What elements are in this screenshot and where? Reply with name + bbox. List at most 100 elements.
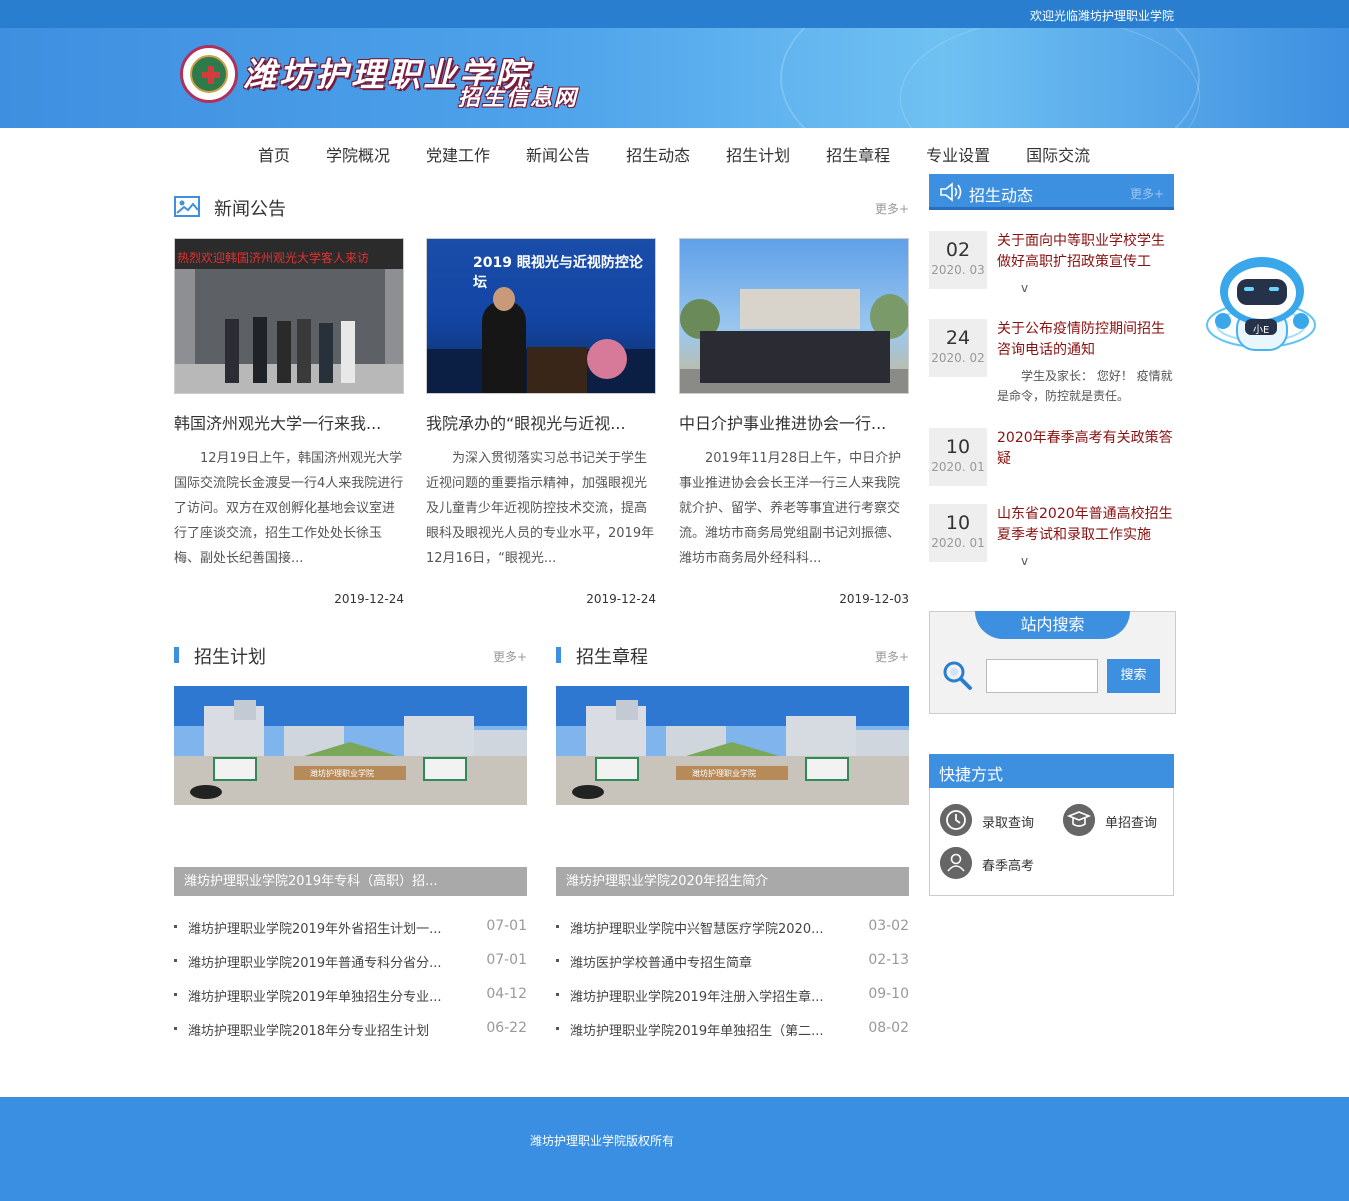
list-item[interactable]: 潍坊护理职业学院2019年注册入学招生章... 09-10 <box>556 984 909 1018</box>
news-card[interactable]: 中日介护事业推进协会一行... 2019年11月28日上午，中日介护事业推进协会… <box>679 238 909 606</box>
footer-copyright: 潍坊护理职业学院版权所有 <box>530 1134 675 1148</box>
news-photo[interactable]: 热烈欢迎韩国济州观光大学客人来访 <box>174 238 404 394</box>
list-item-date: 07-01 <box>486 918 527 934</box>
news-photo[interactable]: 2019 眼视光与近视防控论坛 <box>426 238 656 394</box>
dynamics-item[interactable]: 10 2020. 01 2020年春季高考有关政策答疑 <box>929 428 1174 488</box>
plan-list: 潍坊护理职业学院2019年外省招生计划一... 07-01 潍坊护理职业学院201… <box>174 916 527 1052</box>
dynamics-more-link[interactable]: 更多+ <box>1130 185 1164 202</box>
news-card-date: 2019-12-24 <box>586 592 656 606</box>
robot-icon <box>1206 257 1316 351</box>
nav-item-party[interactable]: 党建工作 <box>408 128 508 180</box>
list-item-title[interactable]: 潍坊护理职业学院2018年分专业招生计划 <box>188 1020 463 1039</box>
news-more-link[interactable]: 更多+ <box>875 200 909 217</box>
list-item-date: 08-02 <box>868 1020 909 1036</box>
date-year-month: 2020. 01 <box>931 536 985 550</box>
list-item[interactable]: 潍坊医护学校普通中专招生简章 02-13 <box>556 950 909 984</box>
list-item-title[interactable]: 潍坊医护学校普通中专招生简章 <box>570 952 845 971</box>
list-item-title[interactable]: 潍坊护理职业学院2019年注册入学招生章... <box>570 986 845 1005</box>
dynamics-header: 招生动态 更多+ <box>929 174 1174 210</box>
list-item-title[interactable]: 潍坊护理职业学院2019年单独招生分专业... <box>188 986 463 1005</box>
dynamics-item-title[interactable]: 山东省2020年普通高校招生夏季考试和录取工作实施 <box>997 504 1174 546</box>
date-year-month: 2020. 01 <box>931 460 985 474</box>
nav-item-charter[interactable]: 招生章程 <box>808 128 908 180</box>
list-item[interactable]: 潍坊护理职业学院2019年单独招生分专业... 04-12 <box>174 984 527 1018</box>
school-seal-icon[interactable] <box>180 45 238 103</box>
news-card-desc: 12月19日上午，韩国济州观光大学国际交流院长金渡旻一行4人来我院进行了访问。双… <box>174 451 404 566</box>
news-card[interactable]: 热烈欢迎韩国济州观光大学客人来访 韩国济州观光大学一行来我... 12月19日上… <box>174 238 404 606</box>
list-item[interactable]: 潍坊护理职业学院2018年分专业招生计划 06-22 <box>174 1018 527 1052</box>
list-item-title[interactable]: 潍坊护理职业学院2019年外省招生计划一... <box>188 918 463 937</box>
dynamics-item-summary: v <box>1021 554 1029 568</box>
date-box: 10 2020. 01 <box>929 428 987 486</box>
news-card-title[interactable]: 韩国济州观光大学一行来我... <box>174 410 404 432</box>
news-card-date: 2019-12-24 <box>334 592 404 606</box>
plan-more-link[interactable]: 更多+ <box>493 648 527 665</box>
list-item[interactable]: 潍坊护理职业学院中兴智慧医疗学院2020... 03-02 <box>556 916 909 950</box>
campus-illustration <box>556 686 909 805</box>
charter-list: 潍坊护理职业学院中兴智慧医疗学院2020... 03-02 潍坊医护学校普通中专招… <box>556 916 909 1052</box>
quick-link-spring-exam[interactable]: 春季高考 <box>940 847 1050 879</box>
section-marker <box>556 647 561 663</box>
photo-banner-text: 热烈欢迎韩国济州观光大学客人来访 <box>177 251 370 265</box>
list-item-title[interactable]: 潍坊护理职业学院2019年普通专科分省分... <box>188 952 463 971</box>
campus-sign-text: 潍坊护理职业学院 <box>310 769 374 778</box>
dynamics-item[interactable]: 02 2020. 03 关于面向中等职业学校学生做好高职扩招政策宣传工 v <box>929 231 1174 301</box>
campus-photo[interactable]: 潍坊护理职业学院 <box>556 686 909 805</box>
plan-featured-caption[interactable]: 潍坊护理职业学院2019年专科（高职）招... <box>174 867 527 896</box>
site-subtitle: 招生信息网 <box>458 85 579 111</box>
list-item[interactable]: 潍坊护理职业学院2019年外省招生计划一... 07-01 <box>174 916 527 950</box>
news-card-desc: 2019年11月28日上午，中日介护事业推进协会会长王洋一行三人来我院就介护、留… <box>679 451 902 566</box>
image-icon <box>174 196 200 217</box>
graduation-cap-icon <box>1063 804 1095 836</box>
list-item-date: 06-22 <box>486 1020 527 1036</box>
quick-link-label[interactable]: 单招查询 <box>1105 812 1157 831</box>
news-card-title[interactable]: 中日介护事业推进协会一行... <box>679 410 909 432</box>
news-photo[interactable] <box>679 238 909 394</box>
search-button[interactable]: 搜索 <box>1107 659 1160 693</box>
list-item-title[interactable]: 潍坊护理职业学院中兴智慧医疗学院2020... <box>570 918 845 937</box>
dynamics-item[interactable]: 24 2020. 02 关于公布疫情防控期间招生咨询电话的通知 学生及家长： 您… <box>929 319 1174 409</box>
clock-icon <box>940 804 972 836</box>
news-card-title[interactable]: 我院承办的“眼视光与近视... <box>426 410 656 432</box>
dynamics-item-title[interactable]: 关于公布疫情防控期间招生咨询电话的通知 <box>997 319 1174 361</box>
list-item[interactable]: 潍坊护理职业学院2019年单独招生（第二... 08-02 <box>556 1018 909 1052</box>
nav-item-news[interactable]: 新闻公告 <box>508 128 608 180</box>
nav-item-international[interactable]: 国际交流 <box>1008 128 1108 180</box>
nav-item-about[interactable]: 学院概况 <box>308 128 408 180</box>
top-bar: 欢迎光临潍坊护理职业学院 <box>0 0 1349 28</box>
search-input[interactable] <box>986 659 1098 693</box>
main-nav: 首页 学院概况 党建工作 新闻公告 招生动态 招生计划 招生章程 专业设置 国际… <box>0 128 1349 174</box>
plan-section-title: 招生计划 <box>194 647 266 668</box>
charter-section-title: 招生章程 <box>576 647 648 668</box>
list-item-title[interactable]: 潍坊护理职业学院2019年单独招生（第二... <box>570 1020 845 1039</box>
quick-link-label[interactable]: 录取查询 <box>982 812 1034 831</box>
nav-item-dynamics[interactable]: 招生动态 <box>608 128 708 180</box>
quick-link-admission-query[interactable]: 录取查询 <box>940 804 1050 836</box>
quick-link-single-recruit-query[interactable]: 单招查询 <box>1063 804 1173 836</box>
campus-illustration <box>174 686 527 805</box>
dynamics-item[interactable]: 10 2020. 01 山东省2020年普通高校招生夏季考试和录取工作实施 v <box>929 504 1174 574</box>
news-card-desc: 为深入贯彻落实习总书记关于学生近视问题的重要指示精神，加强眼视光及儿童青少年近视… <box>426 451 655 566</box>
chat-robot-assistant[interactable]: 小E <box>1205 255 1318 355</box>
nav-item-home[interactable]: 首页 <box>240 128 308 180</box>
list-item[interactable]: 潍坊护理职业学院2019年普通专科分省分... 07-01 <box>174 950 527 984</box>
quick-link-label[interactable]: 春季高考 <box>982 855 1034 874</box>
campus-sign-text: 潍坊护理职业学院 <box>692 769 756 778</box>
nav-item-plan[interactable]: 招生计划 <box>708 128 808 180</box>
search-icon <box>943 661 972 690</box>
plan-section-header: 招生计划 更多+ <box>174 645 527 675</box>
charter-more-link[interactable]: 更多+ <box>875 648 909 665</box>
dynamics-item-title[interactable]: 关于面向中等职业学校学生做好高职扩招政策宣传工 <box>997 231 1174 273</box>
dynamics-title: 招生动态 <box>969 186 1034 205</box>
list-item-date: 09-10 <box>868 986 909 1002</box>
charter-featured-caption[interactable]: 潍坊护理职业学院2020年招生简介 <box>556 867 909 896</box>
quick-links-header: 快捷方式 <box>929 754 1174 788</box>
campus-photo[interactable]: 潍坊护理职业学院 <box>174 686 527 805</box>
nav-item-majors[interactable]: 专业设置 <box>908 128 1008 180</box>
dynamics-item-title[interactable]: 2020年春季高考有关政策答疑 <box>997 428 1174 470</box>
section-marker <box>174 647 179 663</box>
news-card[interactable]: 2019 眼视光与近视防控论坛 我院承办的“眼视光与近视... 为深入贯彻落实习… <box>426 238 656 606</box>
list-item-date: 07-01 <box>486 952 527 968</box>
date-day: 10 <box>945 436 971 458</box>
welcome-text: 欢迎光临潍坊护理职业学院 <box>1029 9 1174 23</box>
